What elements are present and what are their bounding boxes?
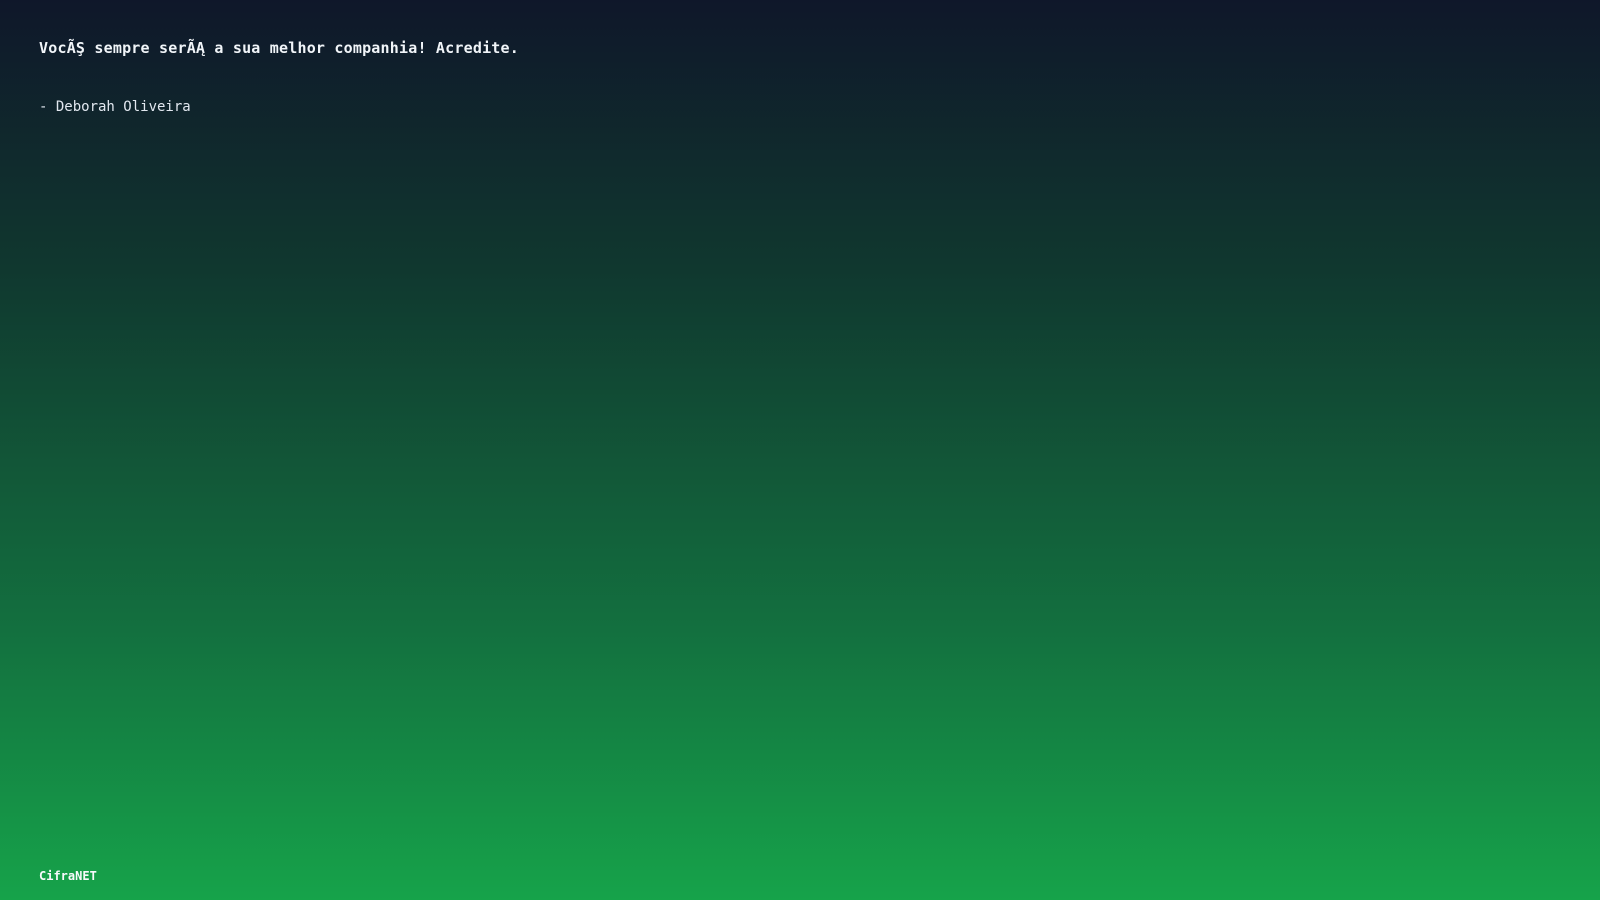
quote-block: VocÃŞ sempre serÃĄ a sua melhor companhi… bbox=[39, 38, 1239, 116]
brand-label: CifraNET bbox=[39, 869, 97, 883]
quote-text: VocÃŞ sempre serÃĄ a sua melhor companhi… bbox=[39, 39, 519, 57]
quote-author: - Deborah Oliveira bbox=[39, 99, 191, 115]
